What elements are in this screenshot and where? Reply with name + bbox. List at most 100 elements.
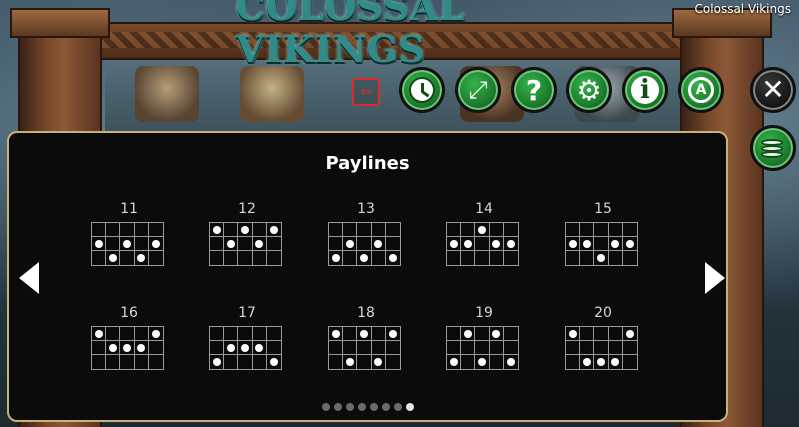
payline-dot bbox=[255, 343, 264, 352]
payline-dot bbox=[94, 239, 103, 248]
payline-dot bbox=[568, 239, 577, 248]
payline-dot bbox=[345, 239, 354, 248]
close-button[interactable]: ✕ bbox=[750, 67, 796, 113]
payline-dot bbox=[137, 343, 146, 352]
payline-number: 11 bbox=[120, 201, 138, 217]
payline-dot bbox=[506, 358, 515, 366]
payline-dot bbox=[122, 239, 131, 248]
payline-dot bbox=[596, 358, 605, 366]
payline-dot bbox=[269, 358, 278, 366]
page-dot[interactable] bbox=[345, 403, 354, 411]
payline-dot bbox=[331, 254, 340, 262]
payline-dot bbox=[374, 358, 383, 366]
payline-number: 19 bbox=[475, 305, 493, 321]
payline-dot bbox=[108, 343, 117, 352]
payline-dot bbox=[596, 254, 605, 262]
payline-card: 17 bbox=[209, 305, 285, 370]
payline-dot bbox=[374, 239, 383, 248]
payline-grid bbox=[446, 326, 519, 370]
panel-title: Paylines bbox=[325, 153, 410, 174]
payline-dot bbox=[388, 329, 397, 338]
help-button[interactable]: ? bbox=[511, 67, 557, 113]
autoplay-icon: A bbox=[688, 77, 714, 103]
expand-arrows-icon: ⤢ bbox=[468, 76, 488, 104]
payline-grid bbox=[446, 222, 519, 266]
info-icon: i bbox=[631, 75, 659, 105]
page-dot[interactable] bbox=[321, 403, 330, 411]
page-dot[interactable] bbox=[369, 403, 378, 411]
payline-dot bbox=[151, 329, 160, 338]
payline-dot bbox=[492, 329, 501, 338]
fullscreen-button[interactable]: ⤢ bbox=[455, 67, 501, 113]
payline-card: 15 bbox=[565, 201, 641, 266]
payline-grid bbox=[209, 222, 282, 266]
payline-dot bbox=[212, 358, 221, 366]
gear-icon: ⚙ bbox=[576, 73, 602, 107]
payline-dot bbox=[477, 358, 486, 366]
close-icon: ✕ bbox=[761, 73, 785, 106]
previous-page-arrow-icon[interactable] bbox=[19, 262, 39, 294]
payline-number: 12 bbox=[238, 201, 256, 217]
payline-card: 19 bbox=[446, 305, 522, 370]
payline-dot bbox=[331, 329, 340, 338]
payline-number: 16 bbox=[120, 305, 138, 321]
page-dot[interactable] bbox=[393, 403, 402, 411]
coins-stack-icon bbox=[759, 135, 787, 161]
payline-dot bbox=[137, 254, 146, 262]
payline-number: 17 bbox=[238, 305, 256, 321]
page-dot[interactable] bbox=[357, 403, 366, 411]
payline-dot bbox=[463, 239, 472, 248]
page-dot[interactable] bbox=[405, 403, 414, 411]
payline-dot bbox=[269, 225, 278, 234]
bet-coins-button[interactable] bbox=[750, 125, 796, 171]
payline-grid bbox=[91, 326, 164, 370]
payline-grid bbox=[209, 326, 282, 370]
page-dot[interactable] bbox=[333, 403, 342, 411]
payline-dot bbox=[359, 254, 368, 262]
payline-grid bbox=[565, 222, 638, 266]
payline-dot bbox=[345, 358, 354, 366]
payline-number: 15 bbox=[594, 201, 612, 217]
payline-card: 20 bbox=[565, 305, 641, 370]
payline-dot bbox=[492, 239, 501, 248]
payline-number: 18 bbox=[357, 305, 375, 321]
payline-dot bbox=[226, 343, 235, 352]
payline-dot bbox=[625, 239, 634, 248]
payline-dot bbox=[582, 358, 591, 366]
payline-card: 16 bbox=[91, 305, 167, 370]
payline-dot bbox=[463, 329, 472, 338]
autoplay-button[interactable]: A bbox=[678, 67, 724, 113]
reel-symbol-helmet bbox=[240, 66, 304, 122]
reel-symbol-viking bbox=[135, 66, 199, 122]
payline-dot bbox=[94, 329, 103, 338]
payline-dot bbox=[568, 329, 577, 338]
payline-dot bbox=[226, 239, 235, 248]
payline-card: 13 bbox=[328, 201, 404, 266]
exit-door-icon[interactable]: ⇦ bbox=[352, 78, 380, 106]
page-indicator bbox=[9, 403, 726, 411]
payline-dot bbox=[255, 239, 264, 248]
payline-dot bbox=[212, 225, 221, 234]
payline-dot bbox=[582, 239, 591, 248]
next-page-arrow-icon[interactable] bbox=[705, 262, 725, 294]
payline-dot bbox=[240, 343, 249, 352]
payline-card: 18 bbox=[328, 305, 404, 370]
payline-dot bbox=[151, 239, 160, 248]
payline-card: 11 bbox=[91, 201, 167, 266]
question-mark-icon: ? bbox=[525, 73, 543, 107]
info-button[interactable]: i bbox=[622, 67, 668, 113]
payline-dot bbox=[108, 254, 117, 262]
payline-dot bbox=[625, 329, 634, 338]
history-button[interactable] bbox=[399, 67, 445, 113]
payline-dot bbox=[611, 239, 620, 248]
payline-number: 20 bbox=[594, 305, 612, 321]
payline-card: 14 bbox=[446, 201, 522, 266]
payline-dot bbox=[449, 358, 458, 366]
clock-icon bbox=[409, 77, 435, 103]
payline-grid bbox=[328, 222, 401, 266]
page-dot[interactable] bbox=[381, 403, 390, 411]
payline-number: 13 bbox=[357, 201, 375, 217]
game-name-label: Colossal Vikings bbox=[694, 2, 791, 16]
payline-grid bbox=[91, 222, 164, 266]
settings-button[interactable]: ⚙ bbox=[566, 67, 612, 113]
